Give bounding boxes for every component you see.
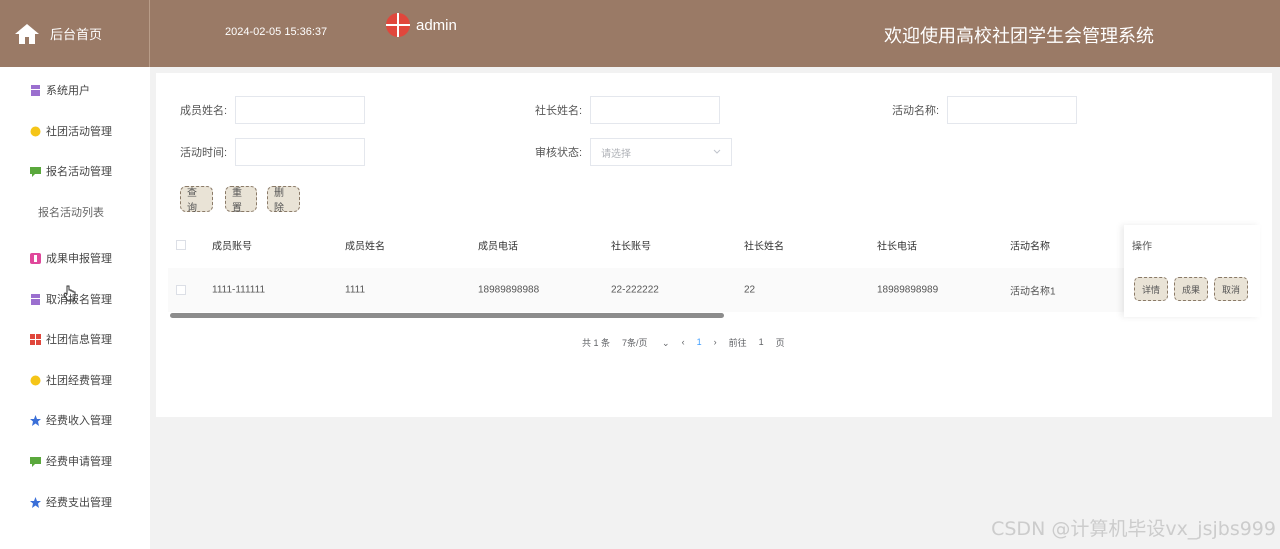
sidebar-item-label: 报名活动列表 bbox=[38, 207, 104, 219]
sidebar-item-label: 经费支出管理 bbox=[46, 497, 112, 509]
total-count: 共 1 条 bbox=[582, 337, 611, 348]
sidebar-item-label: 社团活动管理 bbox=[46, 126, 112, 138]
table-cell: 1111-111111 bbox=[212, 284, 266, 296]
circle-icon bbox=[30, 126, 41, 136]
sidebar-item-funds-income[interactable]: 经费收入管理 bbox=[0, 403, 150, 437]
table-cell: 22-222222 bbox=[611, 284, 659, 296]
sidebar-item-label: 报名活动管理 bbox=[46, 166, 112, 178]
reset-button[interactable]: 重置 bbox=[225, 186, 257, 214]
column-header: 操作 bbox=[1132, 241, 1152, 253]
sidebar-item-system-users[interactable]: 系统用户 bbox=[0, 73, 150, 107]
message-icon bbox=[30, 166, 41, 177]
activity-name-input[interactable] bbox=[947, 96, 1078, 124]
home-label: 后台首页 bbox=[50, 27, 103, 42]
cancel-button[interactable]: 取消 bbox=[1214, 277, 1248, 301]
page-size-label: 7条/页 bbox=[622, 337, 648, 348]
gift-icon bbox=[30, 252, 41, 264]
audit-status-label: 审核状态: bbox=[535, 147, 583, 159]
table-header: 成员账号 成员姓名 成员电话 社长账号 社长姓名 社长电话 活动名称 bbox=[168, 225, 1260, 265]
star-icon bbox=[30, 414, 41, 426]
goto-label: 前往 bbox=[728, 337, 747, 348]
page-size-select[interactable]: 7条/页 ⌄ bbox=[622, 336, 670, 349]
audit-status-select[interactable]: 请选择 bbox=[590, 138, 733, 166]
main-content: 成员姓名: 社长姓名: 活动名称: 活动时间: 审核状态: 请选择 查询 重置 … bbox=[156, 73, 1272, 417]
user-group-icon bbox=[31, 293, 40, 305]
circle-icon bbox=[30, 375, 41, 385]
grid-icon bbox=[30, 333, 41, 345]
activity-time-input[interactable] bbox=[235, 138, 366, 166]
column-header: 社长账号 bbox=[611, 241, 651, 253]
current-page[interactable]: 1 bbox=[697, 337, 702, 347]
avatar bbox=[386, 13, 410, 37]
user-menu[interactable]: admin bbox=[386, 13, 457, 37]
member-name-input[interactable] bbox=[235, 96, 366, 124]
sidebar-item-label: 成果申报管理 bbox=[46, 253, 112, 265]
goto-page-input[interactable]: 1 bbox=[759, 337, 764, 347]
audit-status-field: 审核状态: 请选择 bbox=[535, 138, 733, 166]
sidebar-item-signup-list[interactable]: 报名活动列表 bbox=[0, 195, 150, 229]
president-name-label: 社长姓名: bbox=[535, 105, 583, 117]
user-group-icon bbox=[31, 84, 40, 96]
column-header: 成员账号 bbox=[212, 241, 252, 253]
sidebar-item-label: 系统用户 bbox=[46, 85, 90, 97]
column-header: 活动名称 bbox=[1010, 241, 1050, 253]
query-button[interactable]: 查询 bbox=[180, 186, 213, 214]
detail-button[interactable]: 详情 bbox=[1134, 277, 1168, 301]
audit-status-placeholder: 请选择 bbox=[601, 148, 632, 160]
sidebar-item-funds-request[interactable]: 经费申请管理 bbox=[0, 444, 150, 478]
username: admin bbox=[416, 16, 457, 34]
watermark: CSDN @计算机毕设vx_jsjbs999 bbox=[991, 518, 1276, 540]
sidebar-item-club-info[interactable]: 社团信息管理 bbox=[0, 322, 150, 356]
table-cell: 18989898988 bbox=[478, 284, 540, 296]
table-cell: 活动名称1 bbox=[1010, 286, 1056, 298]
column-header: 社长电话 bbox=[877, 241, 917, 253]
chevron-down-icon bbox=[713, 149, 721, 154]
select-all-checkbox[interactable] bbox=[176, 240, 186, 250]
horizontal-scrollbar[interactable] bbox=[170, 313, 724, 318]
column-header: 社长姓名 bbox=[744, 241, 784, 253]
sidebar-item-label: 取消报名管理 bbox=[46, 294, 112, 306]
activity-time-label: 活动时间: bbox=[180, 147, 228, 159]
row-checkbox[interactable] bbox=[176, 285, 186, 295]
activity-name-field: 活动名称: bbox=[892, 96, 1078, 124]
system-title: 欢迎使用高校社团学生会管理系统 bbox=[884, 26, 1154, 46]
member-name-field: 成员姓名: bbox=[180, 96, 366, 124]
top-header: 后台首页 2024-02-05 15:36:37 admin 欢迎使用高校社团学… bbox=[0, 0, 1280, 67]
sidebar-item-label: 经费申请管理 bbox=[46, 456, 112, 468]
message-icon bbox=[30, 456, 41, 467]
sidebar-item-label: 社团信息管理 bbox=[46, 334, 112, 346]
home-icon bbox=[15, 23, 39, 44]
sidebar-item-label: 社团经费管理 bbox=[46, 375, 112, 387]
star-icon bbox=[30, 496, 41, 508]
home-link[interactable]: 后台首页 bbox=[0, 0, 150, 67]
sidebar-item-funds-expense[interactable]: 经费支出管理 bbox=[0, 485, 150, 519]
president-name-field: 社长姓名: bbox=[535, 96, 721, 124]
delete-button[interactable]: 删除 bbox=[267, 186, 300, 214]
table-cell: 1111 bbox=[345, 284, 366, 296]
sidebar-item-club-funds[interactable]: 社团经费管理 bbox=[0, 363, 150, 397]
sidebar-item-label: 经费收入管理 bbox=[46, 415, 112, 427]
sidebar-item-achievements[interactable]: 成果申报管理 bbox=[0, 241, 150, 275]
next-page-button[interactable]: › bbox=[714, 337, 717, 347]
column-header: 成员电话 bbox=[478, 241, 518, 253]
achievement-button[interactable]: 成果 bbox=[1174, 277, 1208, 301]
table-cell: 22 bbox=[744, 284, 756, 296]
president-name-input[interactable] bbox=[590, 96, 721, 124]
page-unit-label: 页 bbox=[775, 337, 785, 348]
member-name-label: 成员姓名: bbox=[180, 105, 228, 117]
activity-name-label: 活动名称: bbox=[892, 105, 940, 117]
column-header: 成员姓名 bbox=[345, 241, 385, 253]
activity-time-field: 活动时间: bbox=[180, 138, 366, 166]
pagination: 共 1 条 7条/页 ⌄ ‹ 1 › 前往 1 页 bbox=[582, 335, 797, 349]
table-row: 1111-111111 1111 18989898988 22-222222 2… bbox=[168, 268, 1260, 312]
sidebar-item-club-activities[interactable]: 社团活动管理 bbox=[0, 114, 150, 148]
datetime-display: 2024-02-05 15:36:37 bbox=[225, 26, 328, 38]
sidebar-item-cancel-signup[interactable]: 取消报名管理 bbox=[0, 282, 150, 316]
sidebar: 系统用户 社团活动管理 报名活动管理 报名活动列表 成果申报管理 取消报名管理 … bbox=[0, 67, 150, 549]
table-cell: 18989898989 bbox=[877, 284, 939, 296]
sidebar-item-signup-management[interactable]: 报名活动管理 bbox=[0, 154, 150, 188]
operations-column: 操作 详情 成果 取消 bbox=[1124, 225, 1260, 317]
prev-page-button[interactable]: ‹ bbox=[682, 337, 685, 347]
